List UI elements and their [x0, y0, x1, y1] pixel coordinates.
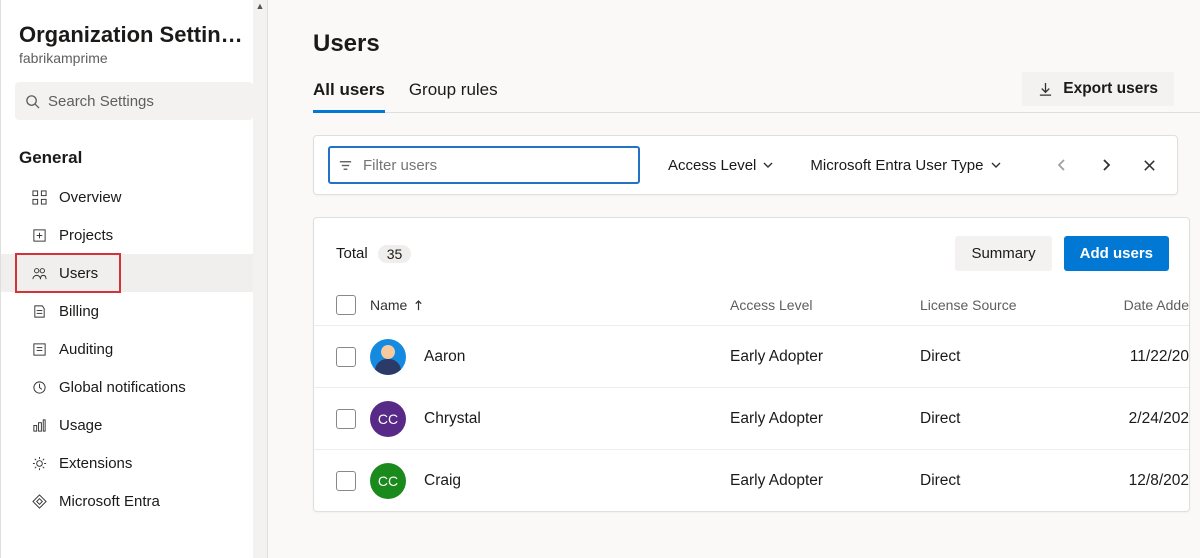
table-row[interactable]: CC Craig Early Adopter Direct 12/8/202	[314, 449, 1189, 511]
sidebar-subtitle: fabrikamprime	[19, 50, 249, 66]
users-table: Total 35 Summary Add users Name Access L…	[313, 217, 1190, 512]
sidebar-scrollbar[interactable]: ▲	[253, 0, 267, 558]
add-users-button[interactable]: Add users	[1064, 236, 1169, 271]
filter-entra-user-type[interactable]: Microsoft Entra User Type	[802, 151, 1009, 180]
search-icon	[25, 94, 40, 109]
user-name: Craig	[424, 472, 461, 490]
sidebar: Organization Settin… fabrikamprime Searc…	[0, 0, 268, 558]
filter-icon	[338, 158, 353, 173]
sidebar-title: Organization Settin…	[19, 22, 249, 48]
sidebar-item-overview[interactable]: Overview	[1, 178, 267, 216]
select-all-checkbox[interactable]	[336, 295, 356, 315]
avatar: CC	[370, 401, 406, 437]
user-date: 12/8/202	[1120, 472, 1189, 490]
col-header-name[interactable]: Name	[370, 297, 730, 313]
user-access: Early Adopter	[730, 348, 920, 366]
export-users-label: Export users	[1063, 80, 1158, 98]
billing-icon	[31, 303, 47, 319]
main-panel: Users All users Group rules Export users…	[268, 0, 1200, 558]
projects-icon	[31, 227, 47, 243]
gear-icon	[31, 455, 47, 471]
filter-next-button[interactable]	[1098, 157, 1114, 173]
auditing-icon	[31, 341, 47, 357]
col-header-access[interactable]: Access Level	[730, 297, 920, 313]
tab-group-rules[interactable]: Group rules	[409, 80, 498, 112]
tab-all-users[interactable]: All users	[313, 80, 385, 113]
sidebar-item-auditing[interactable]: Auditing	[1, 330, 267, 368]
sidebar-item-global-notifications[interactable]: Global notifications	[1, 368, 267, 406]
avatar: CC	[370, 463, 406, 499]
sidebar-item-extensions[interactable]: Extensions	[1, 444, 267, 482]
sidebar-item-usage[interactable]: Usage	[1, 406, 267, 444]
sidebar-item-label: Overview	[59, 189, 122, 206]
filter-users-input[interactable]	[328, 146, 640, 184]
row-checkbox[interactable]	[336, 471, 356, 491]
sidebar-item-label: Users	[59, 265, 98, 282]
chevron-down-icon	[990, 159, 1002, 171]
search-settings-placeholder: Search Settings	[48, 93, 154, 110]
row-checkbox[interactable]	[336, 409, 356, 429]
search-settings-input[interactable]: Search Settings	[15, 82, 253, 120]
clock-icon	[31, 379, 47, 395]
export-users-button[interactable]: Export users	[1022, 72, 1174, 106]
sidebar-item-label: Projects	[59, 227, 113, 244]
sidebar-item-label: Global notifications	[59, 379, 186, 396]
entra-icon	[31, 493, 47, 509]
filter-users-text[interactable]	[361, 156, 630, 175]
total-count: 35	[378, 245, 412, 263]
user-access: Early Adopter	[730, 410, 920, 428]
row-checkbox[interactable]	[336, 347, 356, 367]
filter-access-level-label: Access Level	[668, 157, 756, 174]
sidebar-item-label: Microsoft Entra	[59, 493, 160, 510]
filter-clear-button[interactable]	[1142, 158, 1157, 173]
sidebar-item-projects[interactable]: Projects	[1, 216, 267, 254]
sidebar-item-label: Billing	[59, 303, 99, 320]
download-icon	[1038, 82, 1053, 97]
user-source: Direct	[920, 472, 1120, 490]
sidebar-item-microsoft-entra[interactable]: Microsoft Entra	[1, 482, 267, 520]
user-date: 11/22/20	[1120, 348, 1189, 366]
usage-icon	[31, 417, 47, 433]
sidebar-item-label: Extensions	[59, 455, 132, 472]
table-row[interactable]: CC Chrystal Early Adopter Direct 2/24/20…	[314, 387, 1189, 449]
scroll-up-icon[interactable]: ▲	[256, 1, 265, 11]
sidebar-item-billing[interactable]: Billing	[1, 292, 267, 330]
avatar	[370, 339, 406, 375]
sidebar-item-label: Auditing	[59, 341, 113, 358]
sidebar-section-general: General	[1, 134, 267, 178]
overview-icon	[31, 189, 47, 205]
col-header-date[interactable]: Date Adde	[1120, 297, 1189, 313]
table-row[interactable]: Aaron Early Adopter Direct 11/22/20	[314, 325, 1189, 387]
user-source: Direct	[920, 410, 1120, 428]
sort-asc-icon	[413, 300, 424, 311]
user-name: Chrystal	[424, 410, 481, 428]
user-source: Direct	[920, 348, 1120, 366]
filter-bar: Access Level Microsoft Entra User Type	[313, 135, 1178, 195]
total-label: Total	[336, 245, 368, 262]
sidebar-item-label: Usage	[59, 417, 102, 434]
sidebar-item-users[interactable]: Users	[1, 254, 267, 292]
filter-prev-button[interactable]	[1054, 157, 1070, 173]
filter-entra-label: Microsoft Entra User Type	[810, 157, 983, 174]
col-header-source[interactable]: License Source	[920, 297, 1120, 313]
users-icon	[31, 265, 47, 281]
page-title: Users	[313, 0, 1200, 58]
user-name: Aaron	[424, 348, 465, 366]
filter-access-level[interactable]: Access Level	[660, 151, 782, 180]
chevron-down-icon	[762, 159, 774, 171]
summary-button[interactable]: Summary	[955, 236, 1051, 271]
user-access: Early Adopter	[730, 472, 920, 490]
user-date: 2/24/202	[1120, 410, 1189, 428]
